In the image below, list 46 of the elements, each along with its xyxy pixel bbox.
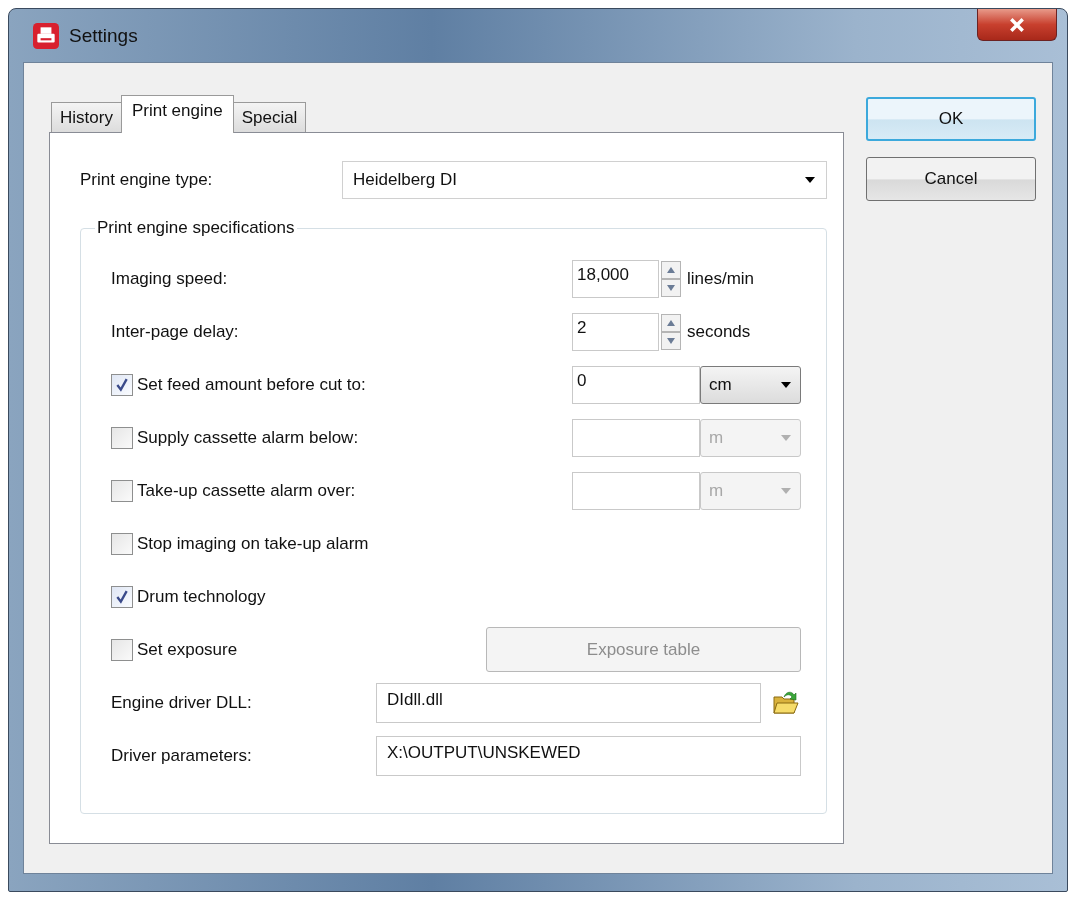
- field-label: Imaging speed:: [111, 268, 228, 289]
- checkbox-label: Take-up cassette alarm over:: [137, 480, 356, 501]
- spinner-buttons[interactable]: [661, 313, 681, 350]
- close-icon: [1009, 17, 1025, 32]
- input-field[interactable]: [572, 418, 700, 457]
- text-field[interactable]: DIdll.dll: [376, 682, 761, 723]
- engine-type-dropdown[interactable]: Heidelberg DI: [342, 161, 827, 199]
- window-title: Settings: [69, 24, 138, 47]
- dialog-button[interactable]: OK: [866, 97, 1036, 141]
- caret-icon: [780, 486, 792, 495]
- caret-icon: [780, 380, 792, 389]
- checkbox-box[interactable]: [111, 585, 133, 608]
- checkbox-label: Set exposure: [137, 639, 238, 660]
- group-title: Print engine specifications: [96, 218, 296, 238]
- checkbox-box[interactable]: [111, 532, 133, 555]
- caret-icon: [780, 433, 792, 442]
- printer-icon: [33, 22, 59, 49]
- tab[interactable]: Special: [232, 102, 307, 132]
- unit-label: lines/min: [687, 268, 755, 289]
- checkbox-label: Set feed amount before cut to:: [137, 374, 366, 395]
- spinner-buttons[interactable]: [661, 260, 681, 297]
- checkbox-label: Drum technology: [137, 586, 266, 607]
- unit-label: seconds: [687, 321, 751, 342]
- field-label: Inter-page delay:: [111, 321, 239, 342]
- dialog-button[interactable]: Cancel: [866, 157, 1036, 201]
- tab[interactable]: Print engine: [120, 95, 234, 133]
- input-field[interactable]: [572, 471, 700, 510]
- checkbox[interactable]: Drum technology: [111, 585, 266, 608]
- input-field[interactable]: 0: [572, 365, 700, 404]
- check-icon: [115, 377, 129, 392]
- checkbox[interactable]: Set feed amount before cut to:: [111, 373, 366, 396]
- number-field[interactable]: 18,000: [572, 259, 659, 298]
- check-icon: [115, 589, 129, 604]
- close-button[interactable]: [977, 9, 1057, 41]
- number-field[interactable]: 2: [572, 312, 659, 351]
- text-field[interactable]: X:\OUTPUT\UNSKEWED: [376, 735, 801, 776]
- unit-dropdown[interactable]: cm: [700, 365, 801, 404]
- checkbox-label: Supply cassette alarm below:: [137, 427, 359, 448]
- checkbox-box[interactable]: [111, 373, 133, 396]
- tab[interactable]: History: [51, 102, 122, 132]
- caret-icon: [804, 176, 816, 184]
- field-label: Driver parameters:: [111, 745, 252, 766]
- checkbox-label: Stop imaging on take-up alarm: [137, 533, 369, 554]
- field-label: Print engine type:: [80, 170, 214, 190]
- field-label: Engine driver DLL:: [111, 692, 252, 713]
- checkbox[interactable]: Stop imaging on take-up alarm: [111, 532, 369, 555]
